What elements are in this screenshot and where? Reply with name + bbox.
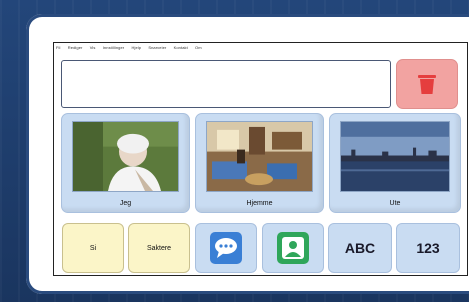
yes-button[interactable]: Si [62,223,124,273]
number-label: 123 [416,240,440,256]
city-waterfront-photo [340,121,450,192]
tile-label: Ute [389,200,401,207]
tile-hjemme[interactable]: Hjemme [195,113,324,213]
elderly-woman-photo [72,121,179,192]
clear-button[interactable] [396,59,458,109]
menu-bar: Fil Rediger Vis Innstillinger Hjelp Snar… [56,45,356,53]
menu-item[interactable]: Kontakt [174,45,188,50]
tile-label: Hjemme [246,200,273,207]
menu-item[interactable]: Fil [56,45,61,50]
abc-label: ABC [344,240,376,256]
abc-keyboard-button[interactable]: ABC [328,223,392,273]
menu-item[interactable]: Vis [90,45,96,50]
living-room-photo [206,121,313,192]
trash-icon [418,75,436,94]
menu-item[interactable]: Snarveier [148,45,166,50]
message-bar[interactable] [61,60,391,108]
contact-button[interactable] [262,223,324,273]
menu-item[interactable]: Om [195,45,202,50]
speech-bubble-icon [210,232,242,264]
yes-label: Si [89,244,97,252]
slower-label: Saktere [146,244,172,252]
tile-jeg[interactable]: Jeg [61,113,190,213]
menu-item[interactable]: Hjelp [131,45,141,50]
menu-item[interactable]: Innstillinger [103,45,125,50]
chat-button[interactable] [195,223,257,273]
tile-ute[interactable]: Ute [329,113,461,213]
slower-button[interactable]: Saktere [128,223,190,273]
tile-label: Jeg [119,200,132,207]
menu-item[interactable]: Rediger [68,45,83,50]
person-icon [277,232,309,264]
app-screen: Fil Rediger Vis Innstillinger Hjelp Snar… [53,42,468,276]
number-keyboard-button[interactable]: 123 [396,223,460,273]
